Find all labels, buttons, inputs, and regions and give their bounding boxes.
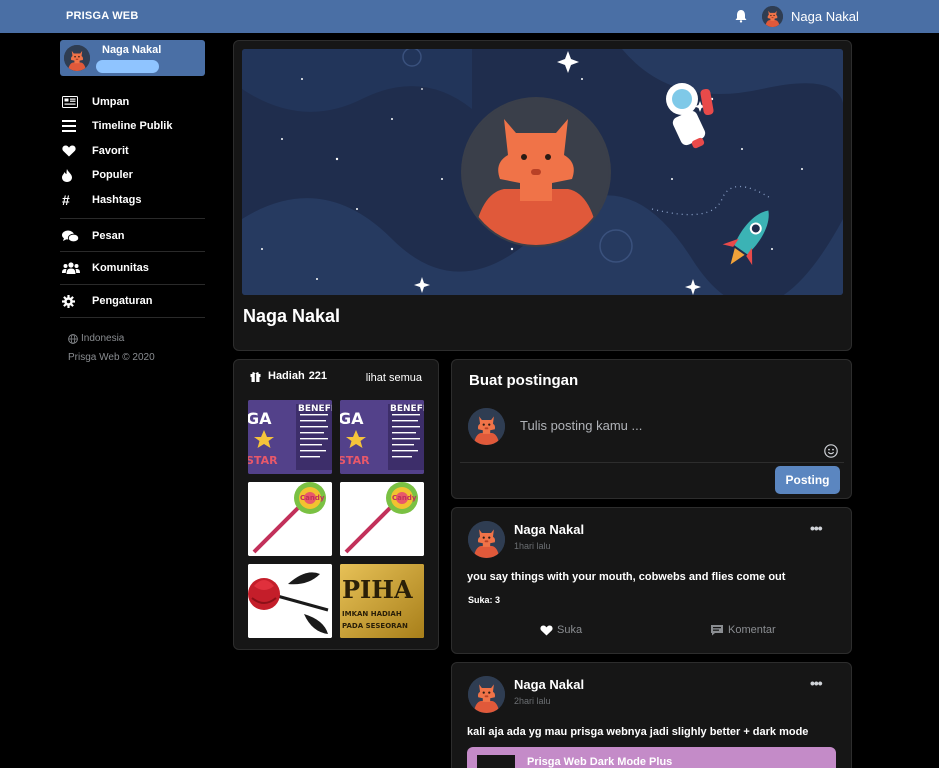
emoji-icon[interactable]: [824, 444, 838, 458]
like-button[interactable]: Suka: [540, 624, 582, 636]
link-preview-card[interactable]: Prisga Web Dark Mode Plus: [467, 747, 836, 768]
post-card: Naga Nakal 2hari lalu ••• kali aja ada y…: [451, 662, 852, 768]
sidebar-item-komunitas[interactable]: Komunitas: [62, 259, 149, 277]
sidebar-item-pengaturan[interactable]: Pengaturan: [62, 292, 153, 310]
post-text: kali aja ada yg mau prisga webnya jadi s…: [467, 726, 809, 738]
gifts-title-label: Hadiah: [268, 370, 305, 382]
sidebar-item-label: Timeline Publik: [92, 120, 173, 132]
gifts-count: 221: [308, 370, 328, 382]
cover-image: [242, 49, 843, 295]
sidebar-divider: [60, 317, 205, 318]
compose-post-card: Buat postingan Posting: [451, 359, 852, 499]
sidebar-profile-name: Naga Nakal: [102, 44, 162, 56]
post-author[interactable]: Naga Nakal: [514, 522, 584, 537]
sidebar-item-timeline-publik[interactable]: Timeline Publik: [62, 117, 173, 135]
sidebar-item-populer[interactable]: Populer: [62, 166, 133, 184]
sidebar-divider: [60, 251, 205, 252]
list-icon: [62, 119, 82, 133]
svg-text:PADA SESEORAN: PADA SESEORAN: [342, 622, 408, 630]
language-label: Indonesia: [81, 333, 125, 344]
bell-icon[interactable]: [734, 9, 748, 23]
profile-level-bar: [96, 60, 159, 73]
svg-text:Candy: Candy: [300, 494, 325, 502]
like-count[interactable]: Suka: 3: [468, 595, 500, 605]
post-text: you say things with your mouth, cobwebs …: [467, 571, 786, 583]
sidebar-profile-card[interactable]: Naga Nakal: [60, 40, 205, 76]
gear-icon: [62, 294, 82, 308]
comment-button[interactable]: Komentar: [710, 624, 776, 636]
globe-icon: [68, 333, 78, 344]
gift-icon: [250, 371, 261, 382]
gift-item[interactable]: Candy: [340, 482, 424, 556]
hashtag-icon: #: [62, 192, 70, 208]
see-all-gifts-link[interactable]: lihat semua: [366, 372, 422, 384]
sidebar-item-favorit[interactable]: Favorit: [62, 142, 129, 160]
submit-post-button[interactable]: Posting: [775, 466, 840, 494]
heart-icon: [62, 144, 82, 158]
sidebar-item-label: Umpan: [92, 96, 130, 108]
heart-icon: [540, 624, 553, 636]
gift-item[interactable]: [248, 564, 332, 638]
sidebar-divider: [60, 218, 205, 219]
sidebar-item-label: Populer: [92, 169, 133, 181]
sidebar-item-label: Pengaturan: [92, 295, 153, 307]
post-timestamp: 2hari lalu: [514, 696, 551, 706]
language-selector[interactable]: Indonesia: [68, 333, 124, 344]
sidebar-item-umpan[interactable]: Umpan: [62, 93, 129, 111]
brand-logo[interactable]: PRISGA WEB: [66, 10, 139, 22]
svg-text:GA: GA: [340, 409, 364, 428]
avatar: [64, 45, 90, 71]
avatar: [468, 408, 505, 445]
svg-text:IMKAN HADIAH: IMKAN HADIAH: [342, 610, 402, 618]
gifts-card: Hadiah 221 lihat semua BENEFIT GA STAR BEN…: [233, 359, 439, 650]
svg-text:STAR: STAR: [340, 454, 370, 467]
comment-label: Komentar: [728, 624, 776, 636]
profile-name: Naga Nakal: [243, 306, 341, 326]
users-icon: [62, 261, 82, 275]
compose-title: Buat postingan: [469, 372, 579, 389]
fire-icon: [62, 168, 82, 182]
copyright-text: Prisga Web © 2020: [68, 352, 155, 363]
profile-cover-card: Naga Nakal: [233, 40, 852, 351]
compose-divider: [460, 462, 844, 463]
gift-item[interactable]: PIHA IMKAN HADIAH PADA SESEORAN: [340, 564, 424, 638]
svg-text:PIHA: PIHA: [342, 575, 413, 604]
avatar[interactable]: [468, 521, 505, 558]
post-card: Naga Nakal 1hari lalu ••• you say things…: [451, 507, 852, 654]
post-timestamp: 1hari lalu: [514, 541, 551, 551]
sidebar-item-label: Favorit: [92, 145, 129, 157]
gifts-title: Hadiah 221: [250, 370, 327, 382]
svg-text:BENEFIT: BENEFIT: [390, 404, 424, 414]
link-preview-title: Prisga Web Dark Mode Plus: [527, 756, 673, 768]
svg-text:GA: GA: [248, 409, 272, 428]
svg-text:BENEFIT: BENEFIT: [298, 404, 332, 414]
sidebar-item-pesan[interactable]: Pesan: [62, 227, 124, 245]
svg-text:Candy: Candy: [392, 494, 417, 502]
comment-icon: [710, 624, 724, 636]
gift-item[interactable]: Candy: [248, 482, 332, 556]
sidebar-item-label: Komunitas: [92, 262, 149, 274]
more-options-icon[interactable]: •••: [810, 675, 823, 691]
sidebar-divider: [60, 284, 205, 285]
gift-item[interactable]: BENEFIT GA STAR: [248, 400, 332, 474]
avatar[interactable]: [762, 6, 783, 27]
avatar[interactable]: [468, 676, 505, 713]
post-input[interactable]: [512, 410, 812, 440]
sidebar-item-label: Pesan: [92, 230, 125, 242]
sidebar-item-hashtags[interactable]: # Hashtags: [62, 191, 142, 209]
post-author[interactable]: Naga Nakal: [514, 677, 584, 692]
svg-text:STAR: STAR: [248, 454, 278, 467]
top-navbar: PRISGA WEB Naga Nakal: [0, 0, 939, 33]
gift-item[interactable]: BENEFIT GA STAR: [340, 400, 424, 474]
sidebar-item-label: Hashtags: [92, 194, 142, 206]
top-user-name[interactable]: Naga Nakal: [791, 9, 859, 24]
more-options-icon[interactable]: •••: [810, 520, 823, 536]
link-preview-thumbnail: [477, 755, 515, 768]
newspaper-icon: [62, 95, 82, 109]
like-label: Suka: [557, 624, 583, 636]
chat-icon: [62, 229, 82, 243]
